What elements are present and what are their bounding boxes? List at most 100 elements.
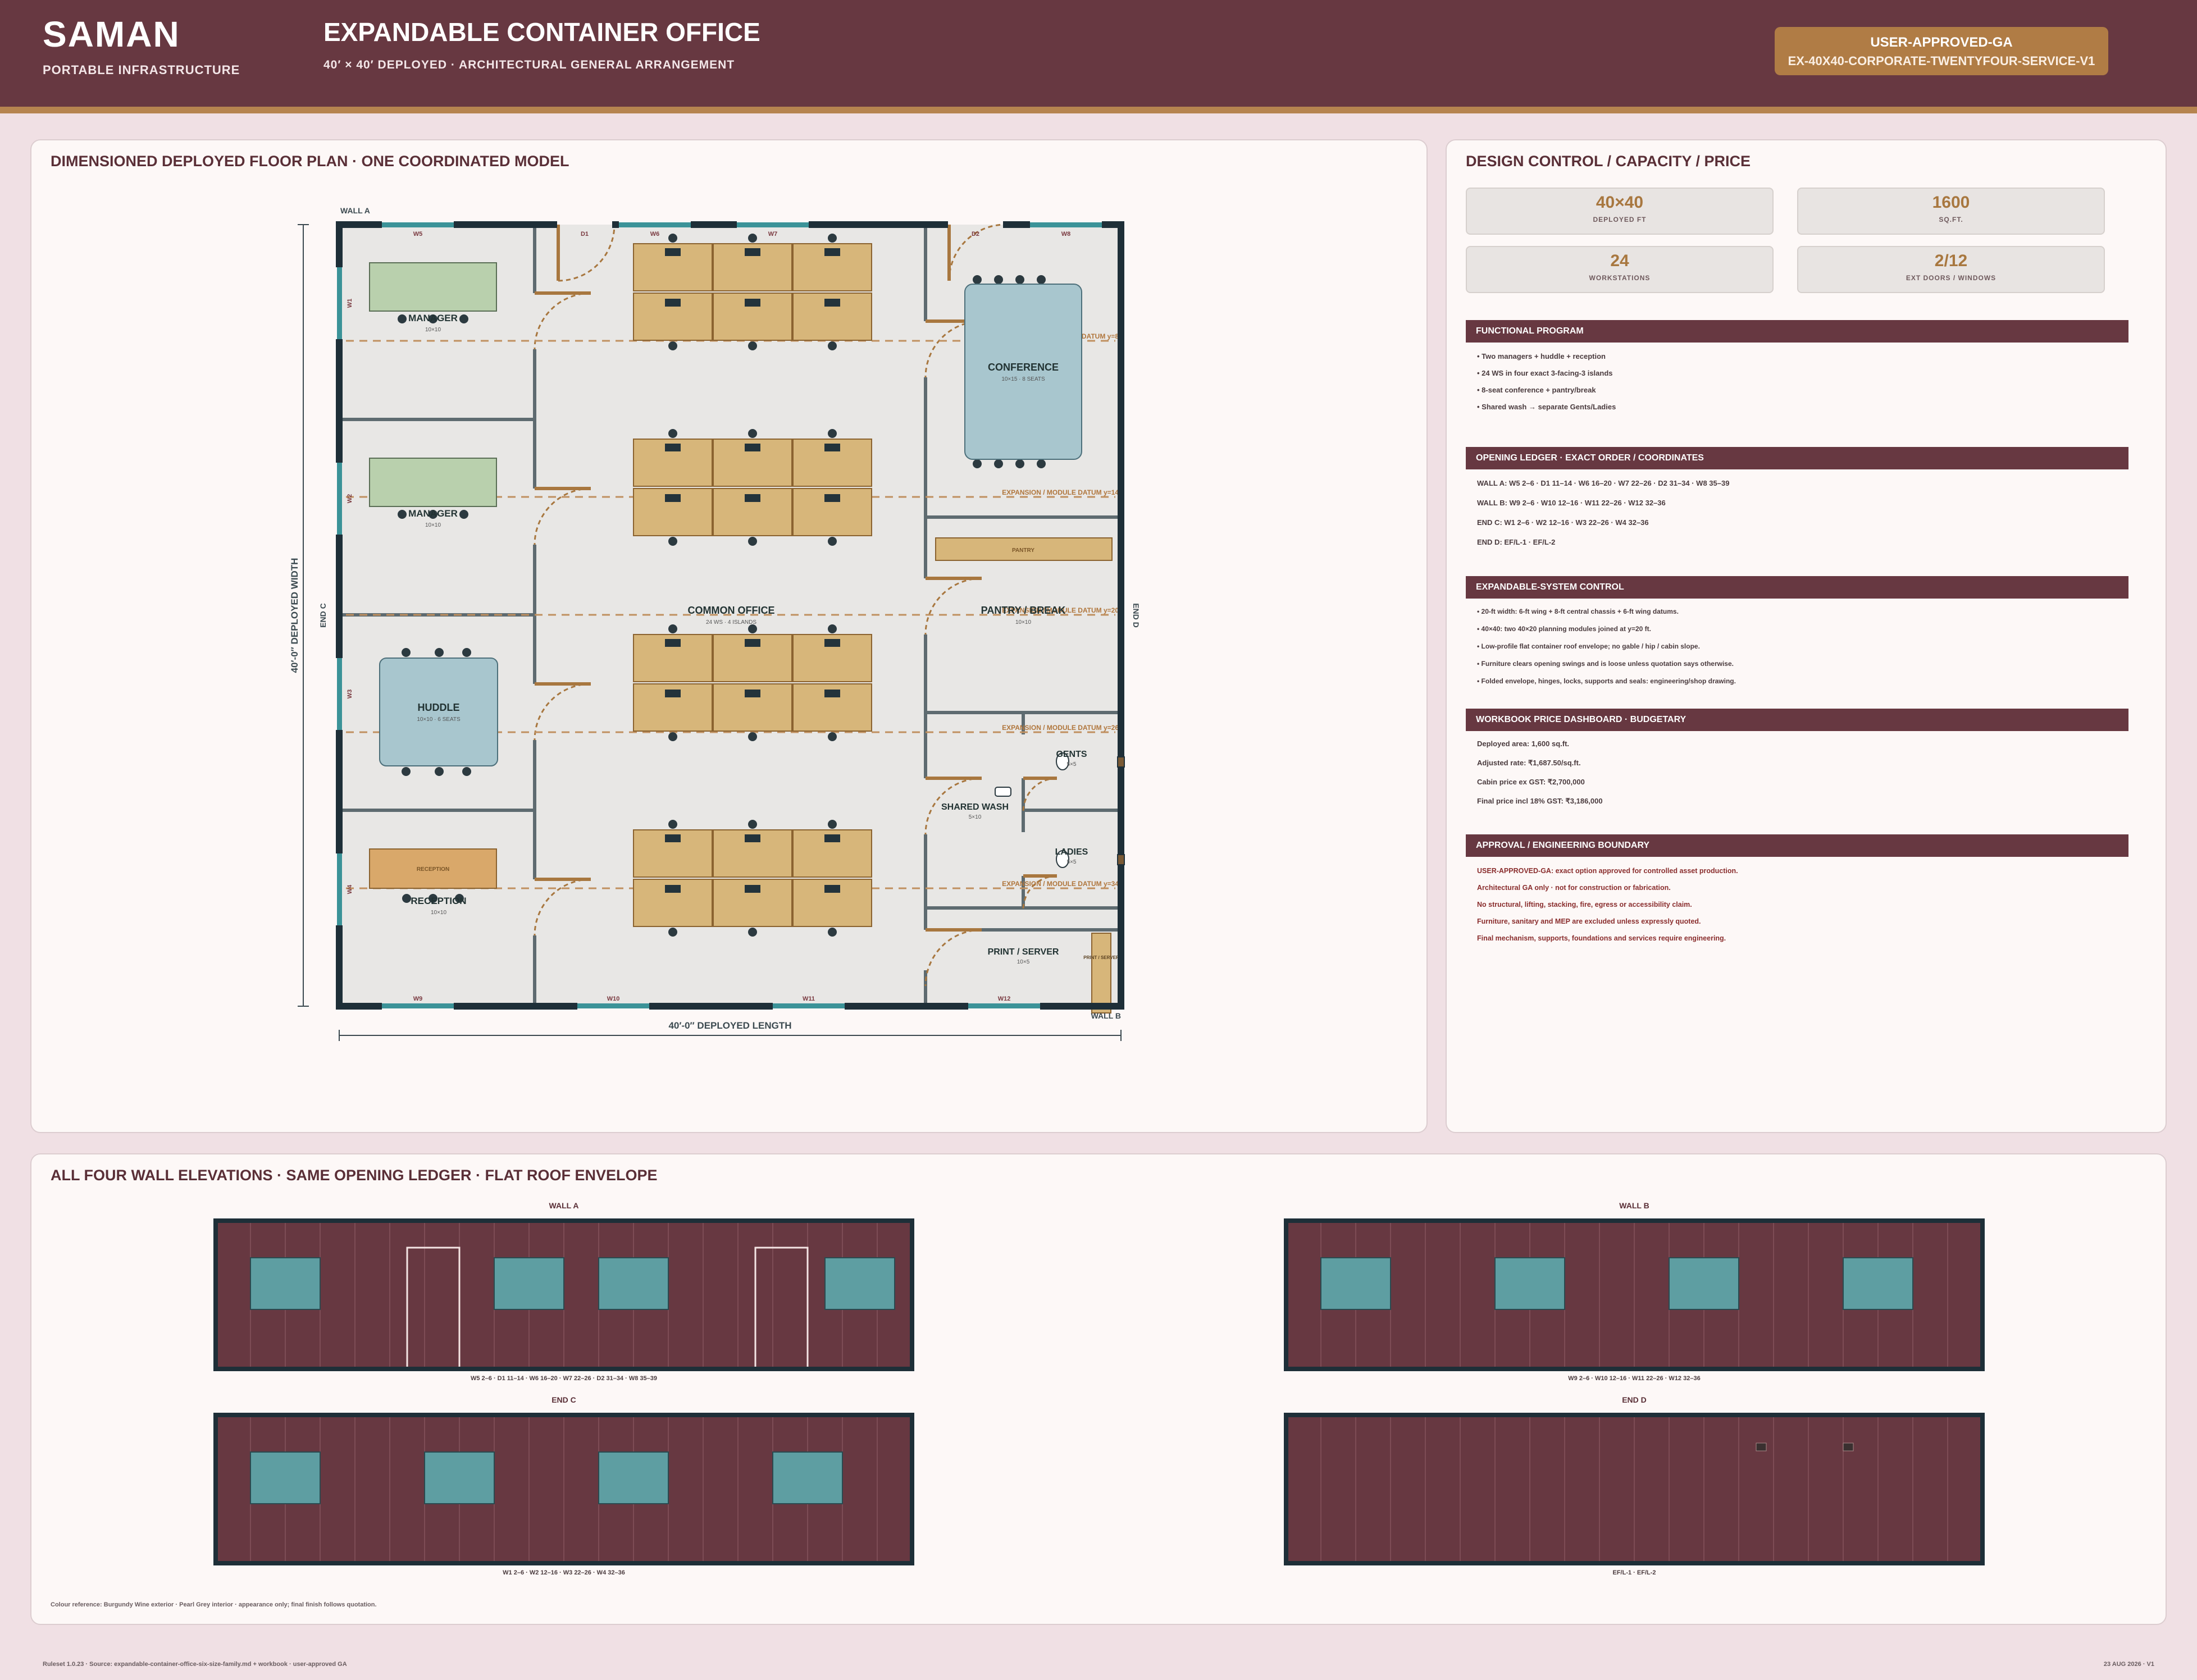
list-item: Deployed area: 1,600 sq.ft.	[1477, 739, 1570, 748]
approval-boundary-list: USER-APPROVED-GA: exact option approved …	[1477, 862, 2128, 947]
list-item: WALL B: W9 2–6 · W10 12–16 · W11 22–26 ·…	[1477, 499, 1666, 507]
list-item: Furniture, sanitary and MEP are excluded…	[1477, 917, 1701, 925]
window-icon	[1320, 1257, 1391, 1310]
opening-label: W11	[803, 996, 815, 1002]
chair-icon	[668, 928, 677, 937]
floor-plan-drawing: DATUM y=8 EXPANSION / MODULE DATUM y=14 …	[289, 206, 1141, 1041]
footer-source: Ruleset 1.0.23 · Source: expandable-cont…	[43, 1661, 347, 1668]
elevation-caption: W9 2–6 · W10 12–16 · W11 22–26 · W12 32–…	[1568, 1375, 1700, 1382]
elevations-panel: ALL FOUR WALL ELEVATIONS · SAME OPENING …	[30, 1153, 2167, 1625]
monitor-icon	[665, 444, 681, 451]
approval-badge: USER-APPROVED-GA EX-40X40-CORPORATE-TWEN…	[1775, 27, 2108, 75]
chair-icon	[828, 624, 837, 633]
chair-icon	[748, 429, 757, 438]
print-server-desk	[1091, 933, 1111, 1014]
wall-tag-end-d: END D	[1132, 603, 1141, 628]
chair-icon	[748, 820, 757, 829]
window-icon	[1843, 1257, 1913, 1310]
window-icon	[494, 1257, 564, 1310]
room-label-print-server: PRINT / SERVER	[988, 947, 1059, 957]
chair-icon	[828, 537, 837, 546]
room-label-pantry: PANTRY / BREAK	[981, 605, 1066, 616]
elevation-wall-a	[213, 1218, 914, 1371]
section-header-approval-boundary: APPROVAL / ENGINEERING BOUNDARY	[1466, 834, 2128, 857]
list-item: • Folded envelope, hinges, locks, suppor…	[1477, 677, 1736, 685]
room-label-common-office: COMMON OFFICE	[688, 605, 775, 616]
elevation-label-end-d: END D	[1622, 1395, 1647, 1404]
elevation-end-d	[1284, 1413, 1985, 1565]
design-control-title: DESIGN CONTROL / CAPACITY / PRICE	[1466, 153, 1751, 170]
wall-tag-a: WALL A	[340, 206, 370, 215]
monitor-icon	[745, 690, 760, 697]
monitor-icon	[665, 299, 681, 307]
monitor-icon	[745, 885, 760, 893]
page-title: EXPANDABLE CONTAINER OFFICE	[323, 17, 760, 47]
room-size-print-server: 10×5	[1017, 959, 1030, 965]
manager-desk	[369, 458, 497, 507]
stat-value: 1600	[1932, 193, 1970, 212]
elevation-label-end-c: END C	[551, 1395, 576, 1404]
room-label-gents: GENTS	[1056, 750, 1087, 759]
monitor-icon	[824, 494, 840, 502]
list-item: USER-APPROVED-GA: exact option approved …	[1477, 867, 1738, 875]
stat-card-workstations: 24 WORKSTATIONS	[1466, 246, 1774, 293]
stat-card-area: 1600 SQ.FT.	[1797, 188, 2105, 235]
elevation-label-wall-a: WALL A	[549, 1201, 579, 1210]
chair-icon	[748, 341, 757, 350]
list-item: END D: EF/L-1 · EF/L-2	[1477, 538, 1556, 546]
elevation-caption: W1 2–6 · W2 12–16 · W3 22–26 · W4 32–36	[503, 1569, 625, 1576]
monitor-icon	[745, 299, 760, 307]
room-size-gents: 5×5	[1067, 761, 1077, 768]
stat-card-deployed: 40×40 DEPLOYED FT	[1466, 188, 1774, 235]
monitor-icon	[745, 248, 760, 256]
opening-label: W10	[607, 996, 620, 1002]
opening-label: W3	[347, 690, 353, 699]
list-item: Cabin price ex GST: ₹2,700,000	[1477, 778, 1585, 786]
monitor-icon	[745, 834, 760, 842]
room-label-huddle: HUDDLE	[418, 702, 460, 713]
monitor-icon	[745, 444, 760, 451]
room-label-manager: MANAGER	[408, 508, 458, 519]
window-icon	[824, 1257, 895, 1310]
opening-label: W6	[650, 231, 660, 238]
elevation-caption: EF/L-1 · EF/L-2	[1613, 1569, 1656, 1576]
reception-desk-label: RECEPTION	[417, 866, 449, 873]
wall-tag-b: WALL B	[1091, 1011, 1121, 1020]
section-header-price-dashboard: WORKBOOK PRICE DASHBOARD · BUDGETARY	[1466, 709, 2128, 731]
section-header-expandable-system: EXPANDABLE-SYSTEM CONTROL	[1466, 576, 2128, 599]
header-accent-band	[0, 107, 2197, 113]
chair-icon	[828, 429, 837, 438]
stat-card-openings: 2/12 EXT DOORS / WINDOWS	[1797, 246, 2105, 293]
price-dashboard-list: Deployed area: 1,600 sq.ft. Adjusted rat…	[1477, 736, 2128, 812]
room-label-manager: MANAGER	[408, 313, 458, 323]
badge-status: USER-APPROVED-GA	[1870, 35, 2013, 50]
datum-label: DATUM y=8	[1082, 332, 1119, 340]
chair-icon	[828, 732, 837, 741]
opening-label: D1	[581, 231, 589, 238]
window-icon	[1669, 1257, 1739, 1310]
list-item: Final mechanism, supports, foundations a…	[1477, 934, 1726, 942]
opening-label: W4	[347, 884, 353, 894]
monitor-icon	[824, 299, 840, 307]
monitor-icon	[745, 494, 760, 502]
datum-label: EXPANSION / MODULE DATUM y=26	[1002, 724, 1119, 732]
datum-label: EXPANSION / MODULE DATUM y=14	[1002, 489, 1119, 496]
length-dimension-label: 40′-0″ DEPLOYED LENGTH	[668, 1020, 791, 1031]
list-item: END C: W1 2–6 · W2 12–16 · W3 22–26 · W4…	[1477, 518, 1649, 527]
exhaust-fan-icon	[1843, 1442, 1854, 1451]
list-item: • 20-ft width: 6-ft wing + 8-ft central …	[1477, 608, 1679, 615]
wall-elevations-drawing: WALL A WALL B END C END D W5 2–6 · D1 11…	[213, 1201, 1985, 1576]
monitor-icon	[665, 639, 681, 647]
design-control-panel: DESIGN CONTROL / CAPACITY / PRICE 40×40 …	[1446, 139, 2167, 1133]
room-size-huddle: 10×10 · 6 SEATS	[417, 716, 461, 723]
elevation-end-c	[213, 1413, 914, 1565]
opening-label: D2	[972, 231, 979, 238]
opening-ledger-list: WALL A: W5 2–6 · D1 11–14 · W6 16–20 · W…	[1477, 475, 2128, 554]
opening-label: W7	[768, 231, 778, 238]
chair-icon	[668, 624, 677, 633]
expandable-system-list: • 20-ft width: 6-ft wing + 8-ft central …	[1477, 603, 2128, 690]
monitor-icon	[824, 885, 840, 893]
room-size-conference: 10×15 · 8 SEATS	[1001, 376, 1045, 382]
window-icon	[1494, 1257, 1565, 1310]
brand-name: SAMAN	[43, 14, 180, 54]
